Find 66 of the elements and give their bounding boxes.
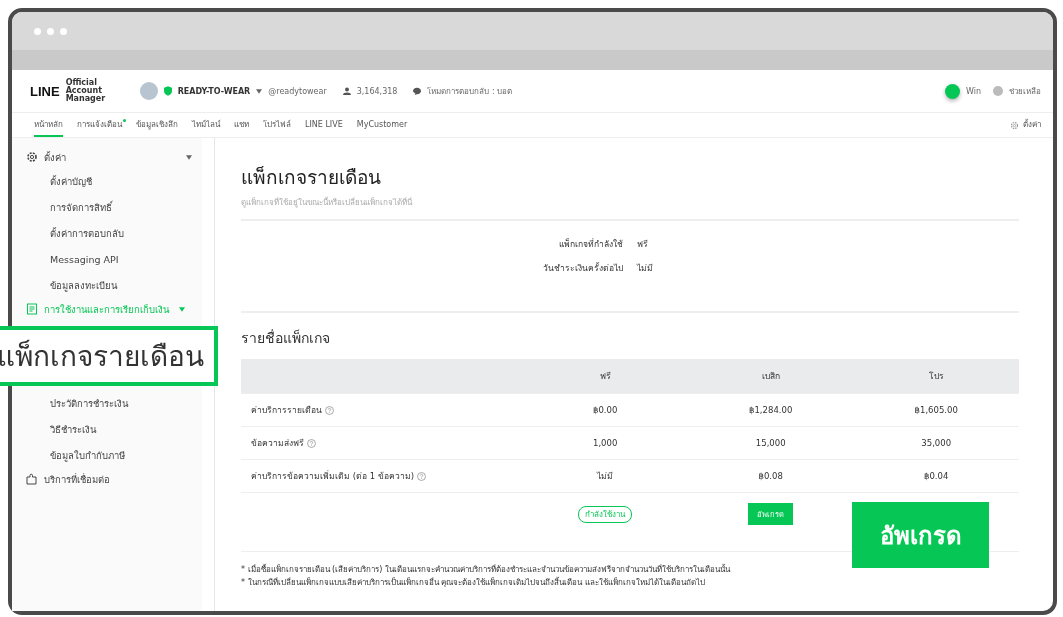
column-header: เบสิก <box>760 370 781 383</box>
account-name[interactable]: READY-TO-WEAR <box>177 86 251 96</box>
current-plan-badge: กำลังใช้งาน <box>578 505 633 523</box>
nav-tab[interactable]: ไทม์ไลน์ <box>192 113 220 137</box>
info-value: ฟรี <box>637 238 649 251</box>
table-cell-text: 35,000 <box>920 438 953 448</box>
caret-icon[interactable] <box>256 88 263 94</box>
document-icon <box>26 303 38 315</box>
settings-link[interactable]: ตั้งค่า <box>1023 113 1041 137</box>
sidebar-item[interactable]: ข้อมูลใบกำกับภาษี <box>26 442 192 468</box>
help-icon[interactable] <box>993 86 1003 96</box>
account-id: @readytowear <box>268 86 327 96</box>
help-link[interactable]: ช่วยเหลือ <box>1009 84 1041 98</box>
info-value: ไม่มี <box>637 262 654 275</box>
table-cell-text: 1,000 <box>592 438 619 448</box>
nav-tab[interactable]: MyCustomer <box>356 113 408 137</box>
help-icon[interactable] <box>307 438 316 448</box>
help-icon[interactable] <box>325 405 334 415</box>
row-label: ค่าบริการข้อความเพิ่มเติม (ต่อ 1 ข้อความ) <box>251 469 415 483</box>
table-cell-text: ไม่มี <box>595 470 615 483</box>
row-label: ค่าบริการรายเดือน <box>251 404 322 417</box>
sidebar-group[interactable]: บริการที่เชื่อมต่อ <box>26 468 192 490</box>
table-cell-text: ฿0.00 <box>592 405 619 415</box>
info-label: วันชำระเงินครั้งต่อไป <box>542 261 623 275</box>
table-cell-text: ฿1,605.00 <box>913 405 959 415</box>
nav-tab[interactable]: LINE LIVE <box>305 113 343 137</box>
reply-mode[interactable]: โหมดการตอบกลับ : บอต <box>427 84 513 98</box>
info-label: แพ็กเกจที่กำลังใช้ <box>558 237 623 251</box>
note-text: * เมื่อซื้อแพ็กเกจรายเดือน (เสียค่าบริการ) ในเดือนแรกจะคำนวณค่าบริการที่ต้องชำระและจำนวนข้อความส่งฟรีจากจำนวนวันที่ใช้บริการในเดือนนั้น <box>241 564 732 576</box>
nav-tab[interactable]: แชท <box>234 113 249 137</box>
friend-count: 3,164,318 <box>356 86 398 96</box>
puzzle-icon <box>26 473 38 485</box>
section-title: รายชื่อแพ็กเกจ <box>241 328 331 348</box>
column-header: ฟรี <box>598 370 612 383</box>
settings-icon[interactable] <box>1010 120 1019 130</box>
table-cell-text: ฿0.04 <box>923 471 950 481</box>
sidebar-item[interactable]: ข้อมูลลงทะเบียน <box>26 272 192 298</box>
nav-tab[interactable]: ข้อมูลเชิงลึก <box>136 113 178 137</box>
person-icon <box>342 87 351 95</box>
sidebar-item[interactable]: ตั้งค่าบัญชี <box>26 168 192 194</box>
sidebar-item[interactable]: วิธีชำระเงิน <box>26 416 192 442</box>
help-icon[interactable] <box>417 471 427 481</box>
logo-subtitle: Official Account Manager <box>65 79 107 103</box>
avatar-icon[interactable] <box>139 82 158 100</box>
sidebar-item[interactable]: การจัดการสิทธิ์ <box>26 194 192 220</box>
page-title: แพ็กเกจรายเดือน <box>241 165 382 190</box>
shield-icon <box>163 86 172 96</box>
sidebar-group[interactable]: ตั้งค่า <box>26 146 192 168</box>
table-cell-text: ฿0.08 <box>757 471 784 481</box>
sidebar-item[interactable]: ประวัติการชำระเงิน <box>26 390 192 416</box>
sidebar-item[interactable]: ตั้งค่าการตอบกลับ <box>26 220 192 246</box>
row-label: ข้อความส่งฟรี <box>251 437 304 450</box>
user-name[interactable]: Win <box>965 86 981 96</box>
note-text: * ในกรณีที่เปลี่ยนแพ็กเกจแบบเสียค่าบริการเป็นแพ็กเกจอื่น คุณจะต้องใช้แพ็กเกจเดิมไปจนถึงสิ้นเดือน และใช้แพ็กเกจใหม่ได้ในเดือนถัดไป <box>241 576 706 589</box>
column-header: โปร <box>927 370 945 383</box>
chat-bubble-icon <box>413 87 422 95</box>
sidebar-item[interactable]: Messaging API <box>26 246 192 272</box>
nav-tab[interactable]: โปรไฟล์ <box>263 113 291 137</box>
logo[interactable]: LINE <box>30 83 60 99</box>
gear-icon <box>26 151 38 163</box>
nav-tab[interactable]: การแจ้งเตือน <box>77 113 122 137</box>
caret-icon[interactable] <box>186 154 192 160</box>
page-subtitle: ดูแพ็กเกจที่ใช้อยู่ในขณะนี้หรือเปลี่ยนแพ็กเกจได้ที่นี่ <box>241 196 1019 221</box>
table-cell-text: 15,000 <box>754 438 787 448</box>
status-dot-icon <box>944 83 960 99</box>
table-cell-text: ฿1,284.00 <box>748 405 794 415</box>
